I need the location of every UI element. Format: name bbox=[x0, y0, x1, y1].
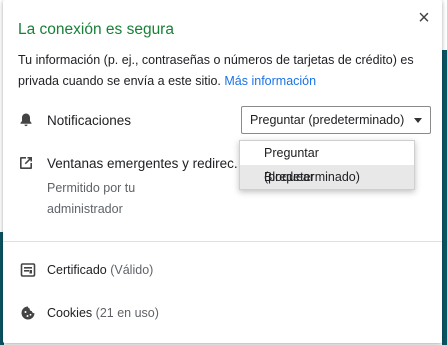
bell-icon bbox=[20, 113, 32, 127]
certificate-row[interactable]: Certificado (Válido) bbox=[47, 263, 153, 277]
cookies-row[interactable]: Cookies (21 en uso) bbox=[47, 306, 159, 320]
popups-label: Ventanas emergentes y redirec. bbox=[47, 156, 238, 171]
certificate-label: Certificado bbox=[47, 263, 107, 277]
certificate-icon bbox=[20, 263, 36, 277]
more-info-link[interactable]: Más información bbox=[224, 74, 316, 88]
background-page-strip bbox=[442, 50, 447, 345]
connection-description: Tu información (p. ej., contraseñas o nú… bbox=[18, 50, 418, 92]
notifications-select[interactable]: Preguntar (predeterminado) bbox=[241, 106, 431, 134]
notifications-selected-value: Preguntar (predeterminado) bbox=[250, 113, 405, 127]
notifications-dropdown-list: Preguntar (predeterminado) Bloquear bbox=[239, 140, 415, 190]
external-link-icon bbox=[20, 157, 32, 169]
notifications-label: Notificaciones bbox=[47, 113, 132, 128]
connection-title: La conexión es segura bbox=[18, 21, 174, 38]
popups-policy-line2: administrador bbox=[47, 202, 123, 216]
dropdown-option-ask[interactable]: Preguntar (predeterminado) bbox=[240, 141, 414, 184]
close-icon[interactable]: × bbox=[414, 8, 434, 28]
section-divider bbox=[3, 241, 442, 242]
cookies-status: (21 en uso) bbox=[95, 306, 159, 320]
background-page-right bbox=[442, 0, 447, 345]
popups-policy-line1: Permitido por tu bbox=[47, 181, 136, 195]
cookies-label: Cookies bbox=[47, 306, 93, 320]
description-text: Tu información (p. ej., contraseñas o nú… bbox=[18, 53, 414, 88]
chevron-down-icon bbox=[414, 118, 422, 123]
cookie-icon bbox=[21, 306, 35, 320]
certificate-status: (Válido) bbox=[110, 263, 154, 277]
